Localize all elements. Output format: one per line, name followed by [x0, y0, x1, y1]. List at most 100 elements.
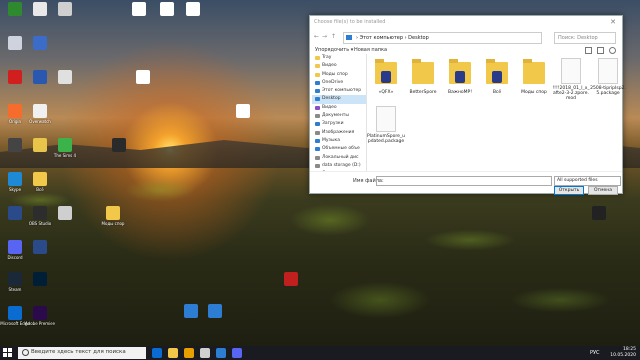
- dialog-footer: Имя файла: All supported files Открыть О…: [310, 171, 622, 195]
- desktop-icon-label: Discord: [7, 255, 23, 260]
- navpane-item[interactable]: data storage (D:): [312, 162, 366, 170]
- desktop-icon-label: Steam: [8, 287, 22, 292]
- new-folder-button[interactable]: Новая папка: [354, 47, 387, 53]
- app-icon: [33, 306, 47, 320]
- forward-arrow-icon[interactable]: →: [322, 33, 327, 40]
- desktop-icon[interactable]: [25, 240, 55, 255]
- preview-pane-icon[interactable]: [597, 47, 604, 54]
- language-indicator[interactable]: РУС: [590, 350, 600, 356]
- navpane-item[interactable]: Локальный дис: [312, 154, 366, 162]
- file-item[interactable]: PlatinumSpore_updated.package: [366, 106, 406, 144]
- app-icon: [184, 304, 198, 318]
- navpane-item[interactable]: Видео: [312, 104, 366, 112]
- file-item[interactable]: BetterSpore: [403, 58, 443, 95]
- file-item[interactable]: Моды спор: [514, 58, 554, 95]
- steam-icon[interactable]: [200, 348, 210, 358]
- app-icon: [106, 206, 120, 220]
- navpane-item[interactable]: OneDrive: [312, 79, 366, 87]
- desktop-icon[interactable]: [200, 304, 230, 319]
- navpane-item[interactable]: Загрузки: [312, 120, 366, 128]
- back-arrow-icon[interactable]: ←: [314, 33, 319, 40]
- navpane-item[interactable]: Документы: [312, 112, 366, 120]
- file-item[interactable]: !!!!2018_01_l_x_afte2-3-2.zpore.mod: [551, 58, 591, 101]
- desktop-icon[interactable]: The Sims 4: [50, 138, 80, 158]
- desktop-icon[interactable]: [50, 206, 80, 221]
- navpane-item[interactable]: Музыка: [312, 137, 366, 145]
- file-item[interactable]: 2508-tipripIsp2.5.package: [588, 58, 628, 96]
- filename-input[interactable]: [376, 176, 552, 186]
- close-icon[interactable]: ✕: [610, 18, 616, 26]
- navpane-item[interactable]: Tray: [312, 54, 366, 62]
- navpane-item[interactable]: Изображения: [312, 129, 366, 137]
- address-bar[interactable]: › Этот компьютер › Desktop: [343, 32, 542, 44]
- file-list: «QFX» BetterSpore ВажноМР! Всё Моды спор!!!!…: [366, 54, 626, 171]
- search-icon: [22, 349, 29, 356]
- navpane-item-label: data storage (D:): [322, 162, 361, 168]
- open-button[interactable]: Открыть: [554, 186, 584, 195]
- app-icon: [132, 2, 146, 16]
- folder-icon: [315, 130, 320, 135]
- edge-icon[interactable]: [152, 348, 162, 358]
- desktop-icon[interactable]: [50, 2, 80, 17]
- clock[interactable]: 18:25 10.05.2020: [610, 347, 636, 359]
- desktop-icon[interactable]: Bcë: [25, 172, 55, 192]
- app-icon: [33, 172, 47, 186]
- file-explorer-icon[interactable]: [168, 348, 178, 358]
- windows-store-icon[interactable]: [216, 348, 226, 358]
- desktop-icon[interactable]: [50, 70, 80, 85]
- chrome-icon[interactable]: [184, 348, 194, 358]
- discord-icon[interactable]: [232, 348, 242, 358]
- folder-icon: [315, 80, 320, 85]
- desktop-icon[interactable]: [584, 206, 614, 221]
- app-icon: [236, 104, 250, 118]
- desktop-icon[interactable]: [104, 138, 134, 153]
- desktop-icon[interactable]: Моды спор: [98, 206, 128, 226]
- folder-icon: [315, 122, 320, 127]
- folder-icon: [315, 56, 320, 60]
- windows-start-icon[interactable]: [3, 348, 13, 358]
- view-options-icon[interactable]: [585, 47, 592, 54]
- desktop-icon[interactable]: [276, 272, 306, 287]
- document-icon: [560, 58, 582, 84]
- folder-icon: [315, 114, 320, 119]
- file-item[interactable]: «QFX»: [366, 58, 406, 95]
- cancel-button[interactable]: Отмена: [588, 186, 618, 195]
- organize-button[interactable]: Упорядочить ▾: [315, 47, 353, 53]
- dialog-titlebar[interactable]: Choose file(s) to be installed ✕: [310, 16, 622, 29]
- desktop-icon[interactable]: [228, 104, 258, 119]
- folder-icon: [523, 59, 545, 88]
- navpane-item[interactable]: Видео: [312, 62, 366, 70]
- desktop-icon[interactable]: [128, 70, 158, 85]
- navpane-item[interactable]: Моды спор: [312, 71, 366, 79]
- folder-icon: [315, 105, 320, 110]
- search-placeholder: Поиск: Desktop: [558, 35, 598, 41]
- help-icon[interactable]: [609, 47, 616, 54]
- navigation-pane: Tray Видео Моды спор OneDrive Этот компьютер…: [312, 54, 367, 171]
- file-type-select[interactable]: All supported files: [554, 176, 621, 186]
- desktop-icon[interactable]: [25, 272, 55, 287]
- app-icon: [8, 206, 22, 220]
- navpane-item[interactable]: Этот компьютер: [312, 87, 366, 95]
- navpane-item-label: Tray: [322, 55, 332, 60]
- desktop-icon[interactable]: Overwatch: [25, 104, 55, 124]
- navpane-item[interactable]: Desktop: [312, 95, 366, 104]
- desktop-icon[interactable]: [178, 2, 208, 17]
- desktop-icon-label: Bcë: [36, 187, 44, 192]
- app-icon: [186, 2, 200, 16]
- app-icon: [8, 306, 22, 320]
- dialog-title: Choose file(s) to be installed: [314, 19, 386, 25]
- navigation-bar: ← → ↑ › Этот компьютер › Desktop Поиск: …: [310, 30, 622, 44]
- desktop-icon[interactable]: [25, 36, 55, 51]
- file-item[interactable]: ВажноМР!: [440, 58, 480, 95]
- search-input[interactable]: Поиск: Desktop: [554, 32, 616, 44]
- address-path: › Этот компьютер › Desktop: [356, 35, 429, 41]
- folder-icon: [315, 72, 320, 77]
- taskbar-search-input[interactable]: Введите здесь текст для поиска: [18, 347, 146, 359]
- app-icon: [208, 304, 222, 318]
- up-arrow-icon[interactable]: ↑: [331, 33, 336, 40]
- file-item[interactable]: Всё: [477, 58, 517, 95]
- desktop-icon[interactable]: [124, 2, 154, 17]
- navpane-item[interactable]: Объемные объе: [312, 145, 366, 153]
- desktop-icon[interactable]: Adobe Premiere P...: [25, 306, 55, 326]
- app-icon: [58, 70, 72, 84]
